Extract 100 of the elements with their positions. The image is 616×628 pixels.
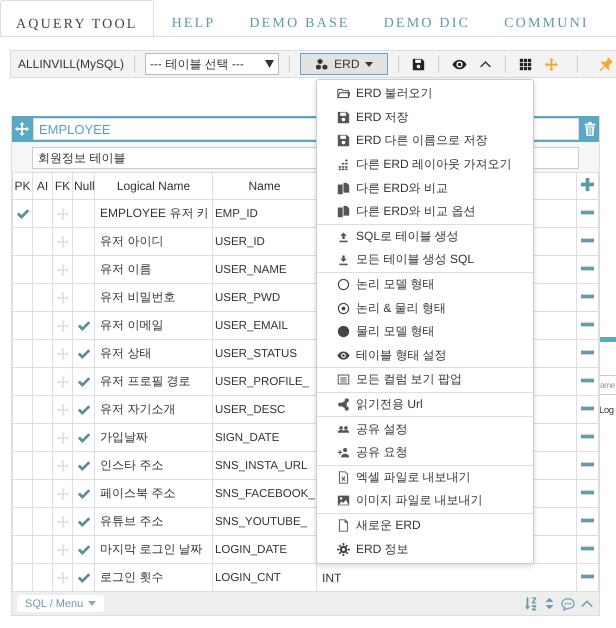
table-cell: 유저 비밀번호 — [94, 284, 212, 312]
menu-item[interactable]: 공유 요청 — [317, 440, 533, 464]
files-icon — [337, 205, 350, 218]
save-icon — [337, 110, 350, 124]
move-icon — [56, 488, 68, 500]
pk-cell[interactable] — [12, 452, 32, 480]
gear-icon — [337, 542, 350, 556]
table-cell: INT — [322, 570, 342, 584]
erd-button[interactable]: ERD — [300, 53, 388, 75]
pk-cell[interactable] — [12, 368, 32, 396]
table-cell: 유저 이메일 — [94, 312, 212, 340]
table-cell: 마지막 로그인 날짜 — [94, 536, 212, 564]
null-check[interactable] — [72, 480, 94, 508]
pk-cell[interactable] — [12, 508, 32, 536]
move-icon — [56, 292, 68, 304]
pk-check[interactable] — [12, 200, 32, 228]
move-icon — [15, 122, 29, 136]
table-cell: 유저 프로필 경로 — [94, 368, 212, 396]
eye-icon — [337, 348, 350, 362]
move-icon — [56, 236, 68, 248]
table-select[interactable]: --- 테이블 선택 --- — [144, 53, 280, 75]
move-icon — [56, 348, 68, 360]
connection-label: ALLINVILL(MySQL) — [18, 57, 124, 71]
menu-item[interactable]: 이미지 파일로 내보내기 — [317, 489, 533, 513]
check-icon — [76, 514, 90, 528]
column-header: FK — [52, 172, 72, 200]
pk-cell[interactable] — [12, 536, 32, 564]
image-icon — [337, 494, 350, 508]
null-check[interactable] — [72, 508, 94, 536]
plus-icon — [580, 177, 595, 192]
menu-item[interactable]: 엑셀 파일로 내보내기 — [317, 466, 533, 490]
null-check[interactable] — [72, 424, 94, 452]
move-icon — [56, 516, 68, 528]
check-icon — [76, 402, 90, 416]
add-user-icon — [337, 446, 350, 460]
spreadsheet-file-icon — [337, 470, 350, 484]
pk-cell[interactable] — [12, 312, 32, 340]
menu-item[interactable]: 모든 테이블 생성 SQL — [317, 248, 533, 272]
radio-icon — [337, 302, 350, 315]
pk-cell[interactable] — [12, 340, 32, 368]
table-cell: 유저 아이디 — [94, 228, 212, 256]
menu-item[interactable]: 물리 모델 형태 — [317, 320, 533, 344]
check-icon — [76, 374, 90, 388]
table-cell: EMPLOYEE 유저 키 — [94, 200, 212, 228]
move-icon — [56, 572, 68, 584]
pk-cell[interactable] — [12, 228, 32, 256]
pk-cell[interactable] — [12, 424, 32, 452]
folder-icon — [337, 87, 350, 100]
table-header-bar — [599, 337, 616, 342]
check-icon — [76, 458, 90, 472]
table-cell: 인스타 주소 — [94, 452, 212, 480]
check-icon — [76, 570, 90, 584]
caret-icon — [88, 601, 96, 606]
move-icon — [56, 376, 68, 388]
pk-cell[interactable] — [12, 480, 32, 508]
check-icon — [76, 430, 90, 444]
table-cell: 유저 이름 — [94, 256, 212, 284]
null-check[interactable] — [72, 396, 94, 424]
menu-item[interactable]: ERD 불러오기 — [317, 82, 533, 106]
pk-cell[interactable] — [12, 284, 32, 312]
upload-icon — [337, 230, 350, 243]
pk-cell[interactable] — [12, 256, 32, 284]
null-cell[interactable] — [72, 284, 94, 312]
null-cell[interactable] — [72, 256, 94, 284]
move-icon — [56, 320, 68, 332]
table-cell-text: Log — [599, 405, 615, 416]
caret-icon — [364, 62, 373, 66]
share-icon — [337, 398, 350, 412]
menu-item[interactable]: 논리 & 물리 형태 — [317, 296, 533, 320]
files-icon — [337, 182, 350, 195]
grid-icon — [519, 58, 532, 70]
column-header: PK — [12, 172, 32, 200]
null-check[interactable] — [72, 312, 94, 340]
pk-cell[interactable] — [12, 396, 32, 424]
menu-item[interactable]: SQL로 테이블 생성 — [317, 224, 533, 248]
save-icon — [412, 58, 426, 70]
null-check[interactable] — [72, 452, 94, 480]
null-check[interactable] — [72, 368, 94, 396]
null-cell[interactable] — [72, 200, 94, 228]
menu-item[interactable]: 읽기전용 Url — [317, 392, 533, 416]
file-icon — [337, 518, 350, 532]
nav-tab[interactable]: AQUERY TOOL — [0, 0, 154, 36]
column-header: AI — [32, 172, 52, 200]
null-check[interactable] — [72, 340, 94, 368]
move-icon — [56, 432, 68, 444]
download-icon — [337, 253, 350, 266]
check-icon — [76, 318, 90, 332]
menu-item[interactable]: 논리 모델 형태 — [317, 272, 533, 296]
table-cell: 유저 상태 — [94, 340, 212, 368]
null-cell[interactable] — [72, 228, 94, 256]
column-header: Null — [72, 172, 94, 200]
circle-icon — [337, 325, 350, 338]
table-cell: 가입날짜 — [94, 424, 212, 452]
menu-item[interactable]: 공유 설정 — [317, 417, 533, 441]
check-icon — [16, 206, 30, 220]
null-check[interactable] — [72, 536, 94, 564]
list-icon — [337, 373, 350, 386]
move-icon — [545, 58, 558, 70]
pin-icon — [599, 57, 614, 71]
table-cell: 유저 자기소개 — [94, 396, 212, 424]
